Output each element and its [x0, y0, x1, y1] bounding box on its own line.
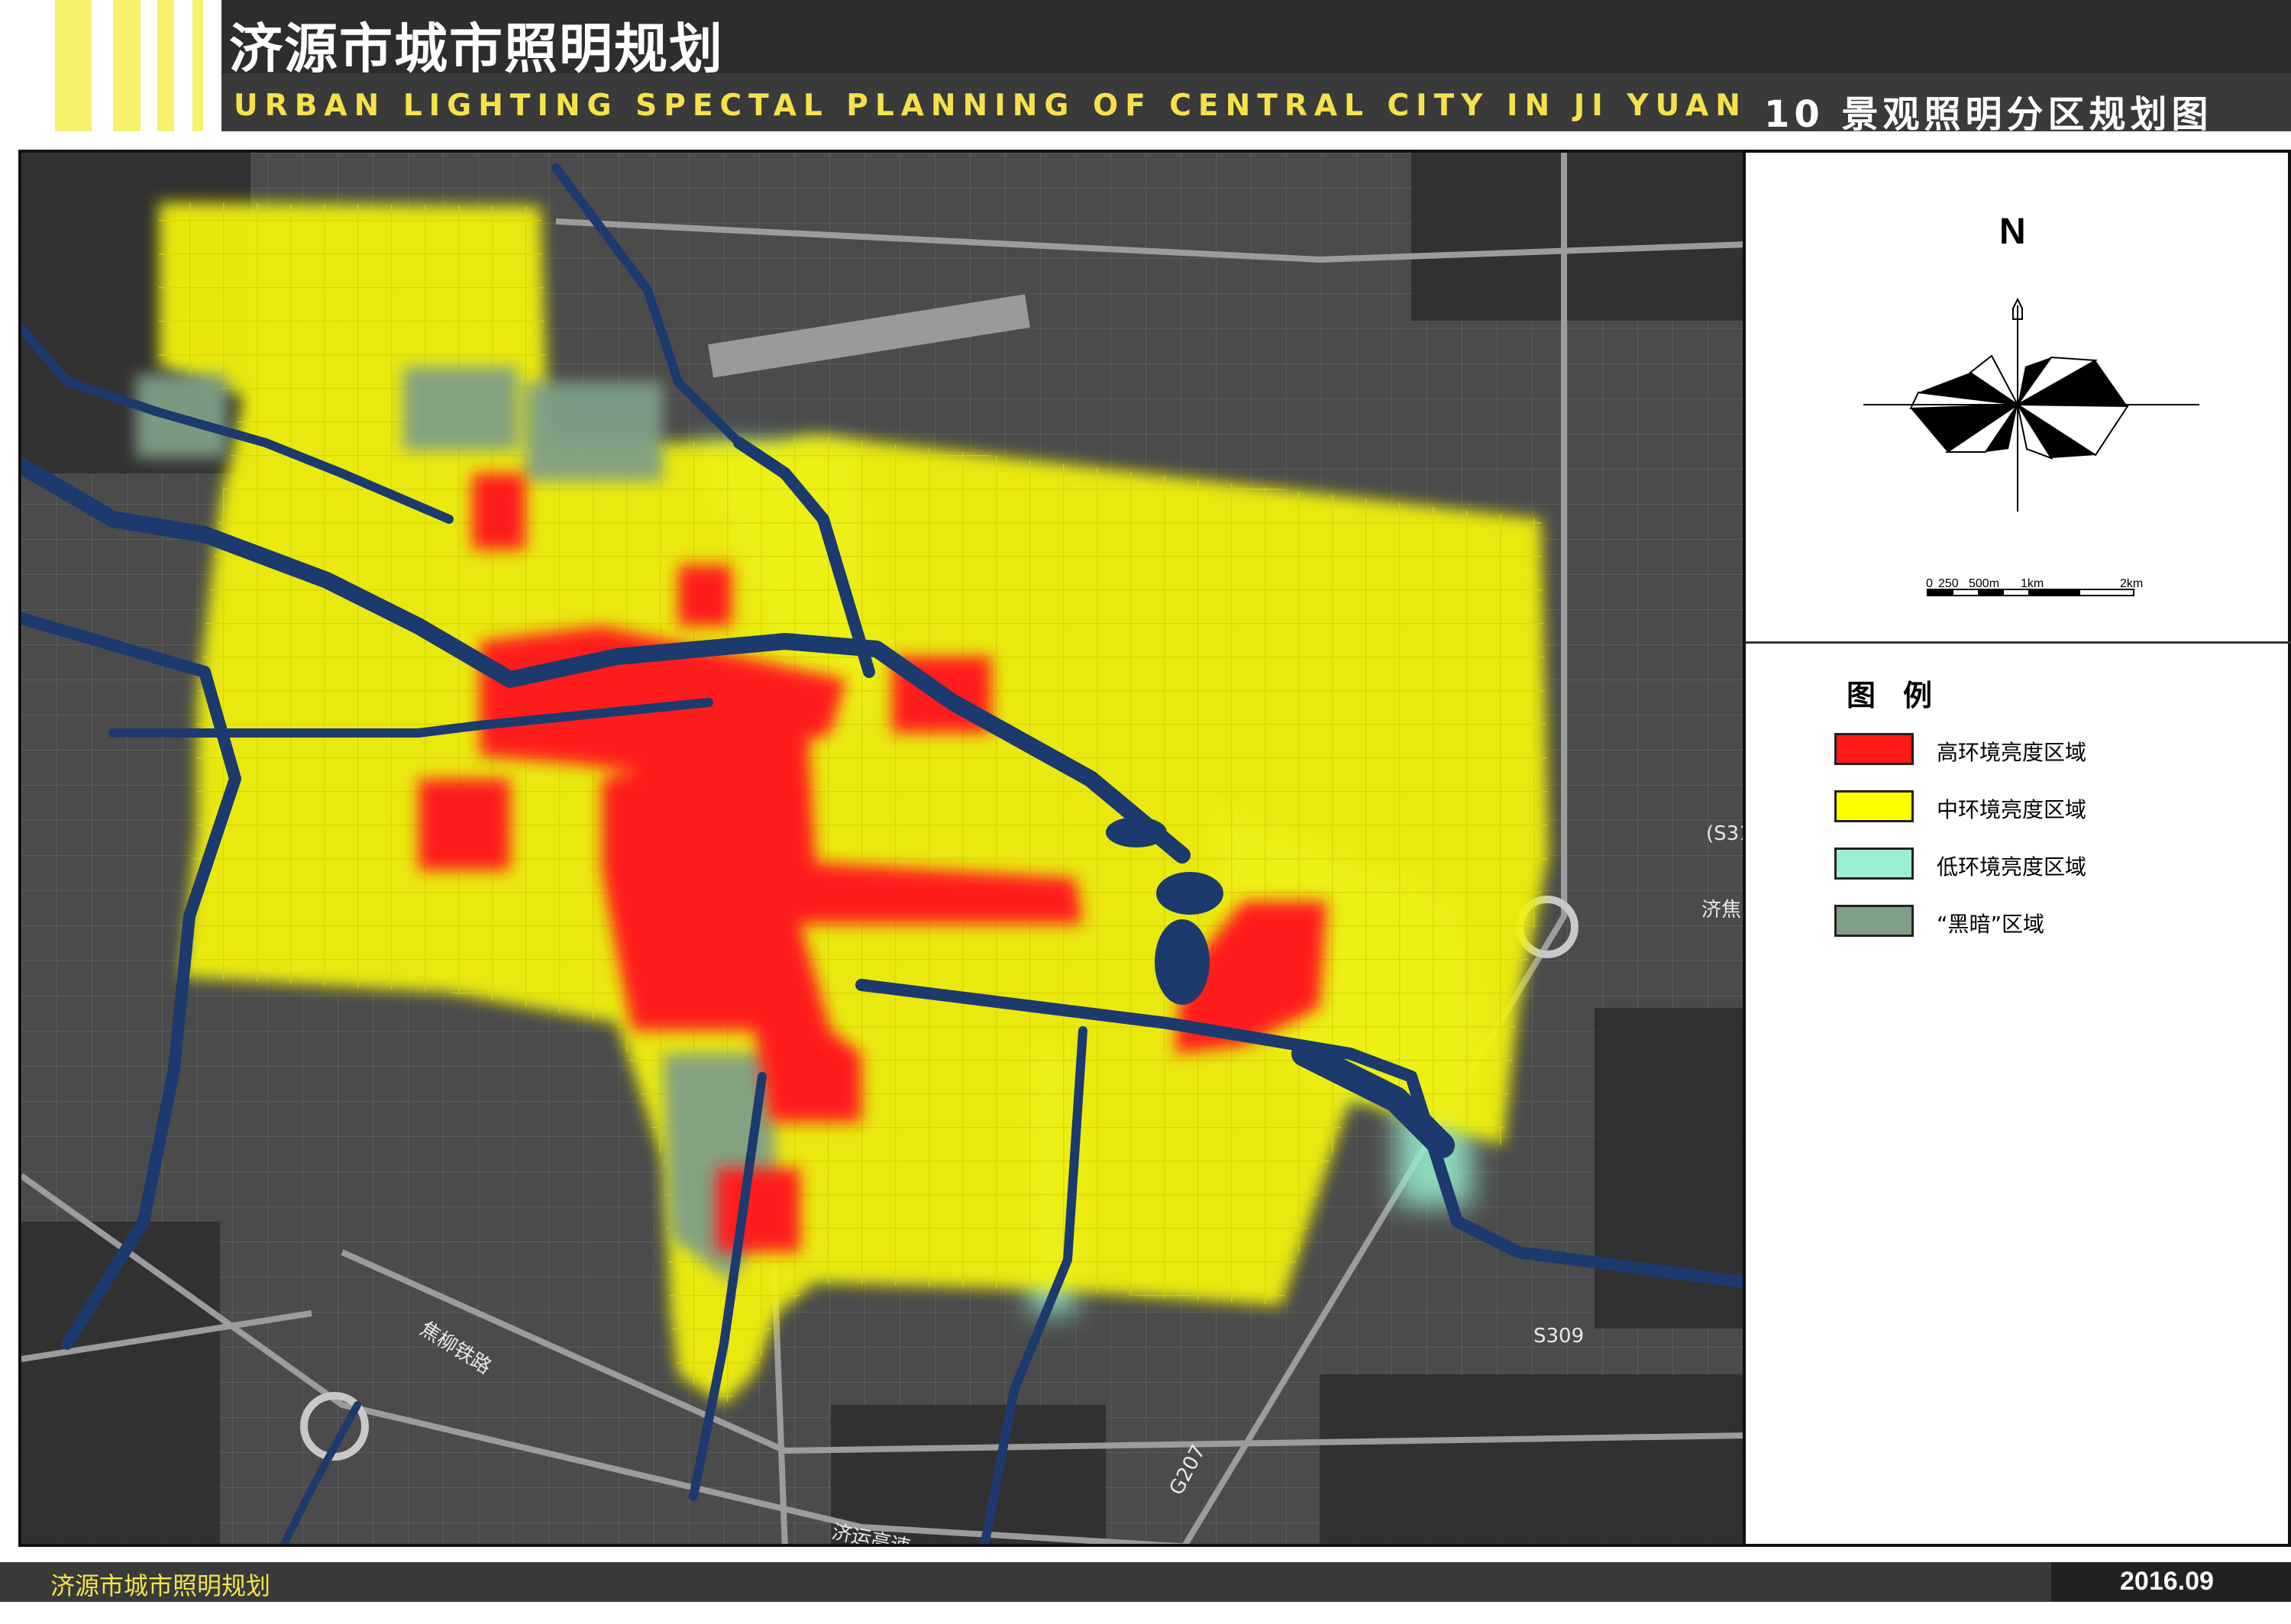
scale-label: 0 [1926, 577, 1933, 590]
legend-item-dark: “黑暗”区域 [1834, 905, 2231, 938]
legend-swatch [1834, 848, 1914, 880]
legend-swatch [1834, 733, 1914, 765]
road-label-jijiao: 济焦 [1701, 899, 1741, 922]
legend-divider [1746, 641, 2291, 644]
footer-title: 济源市城市照明规划 [50, 1571, 271, 1600]
header-stripe [55, 0, 92, 131]
map-panel[interactable]: 焦柳铁路 S309 G207 济运高速 (S31 济焦 [18, 150, 1746, 1547]
road-label-s31: (S31 [1706, 822, 1746, 845]
footer-rule [0, 1602, 2291, 1624]
road-label-s309: S309 [1533, 1325, 1584, 1348]
header-stripe [157, 0, 174, 131]
header-stripe-block [0, 0, 221, 131]
legend-label: “黑暗”区域 [1937, 912, 2045, 937]
scale-label: 250 [1938, 577, 1959, 590]
sheet-title: 10 景观照明分区规划图 [1764, 93, 2213, 136]
zoning-map: 焦柳铁路 S309 G207 济运高速 (S31 济焦 [21, 153, 1746, 1544]
legend-label: 低环境亮度区域 [1937, 854, 2087, 880]
page-title: 济源市城市照明规划 [229, 18, 724, 80]
legend-swatch [1834, 905, 1914, 937]
compass-rose-icon [1863, 297, 2199, 512]
legend-item-medium: 中环境亮度区域 [1834, 790, 2231, 824]
legend-label: 高环境亮度区域 [1937, 740, 2087, 765]
legend-item-low: 低环境亮度区域 [1834, 848, 2231, 881]
legend-swatch [1834, 790, 1914, 822]
header-stripe [113, 0, 141, 131]
header-stripe [192, 0, 203, 131]
legend-item-high: 高环境亮度区域 [1834, 733, 2231, 767]
legend-label: 中环境亮度区域 [1937, 797, 2087, 822]
legend-title: 图例 [1847, 679, 1960, 712]
footer-bar [0, 1562, 2291, 1602]
scale-label: 500m [1969, 577, 2000, 590]
footer-date: 2016.09 [2120, 1567, 2214, 1596]
scale-label: 2km [2120, 577, 2144, 590]
scale-label: 1km [2021, 577, 2044, 590]
page-subtitle: URBAN LIGHTING SPECTAL PLANNING OF CENTR… [234, 89, 1747, 123]
